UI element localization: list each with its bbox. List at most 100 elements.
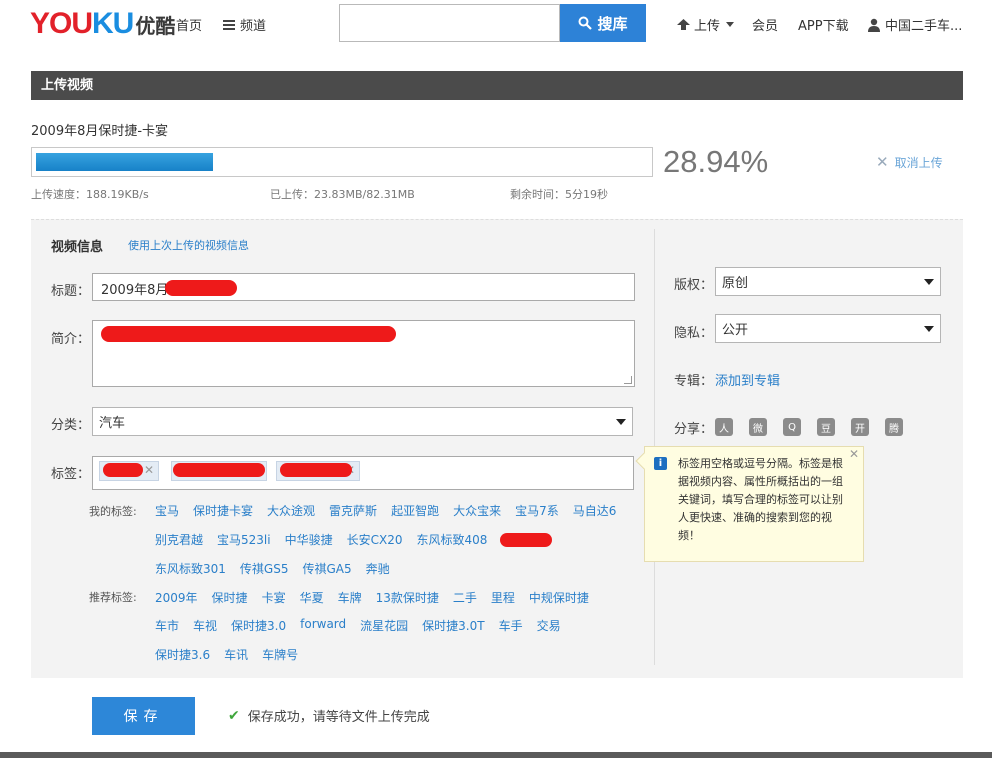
tag-link[interactable]: 车牌号 — [262, 646, 298, 663]
share-qzone-icon[interactable]: Q — [783, 418, 801, 436]
save-status: ✔ 保存成功，请等待文件上传完成 — [228, 706, 430, 726]
tag-link[interactable]: 雷克萨斯 — [329, 502, 377, 519]
tag-link[interactable]: 马自达6 — [573, 502, 617, 519]
tag-link[interactable]: 中华骏捷 — [285, 531, 333, 548]
cancel-upload-button[interactable]: ✕ 取消上传 — [876, 153, 943, 171]
nav-channel-link[interactable]: 频道 — [223, 15, 266, 34]
tag-link[interactable]: 中规保时捷 — [529, 589, 589, 606]
tag-link[interactable]: 交易 — [537, 617, 561, 634]
share-tencent-icon[interactable]: 腾 — [885, 418, 903, 436]
tag-link[interactable]: 里程 — [491, 589, 515, 606]
tag-link[interactable]: 大众宝来 — [453, 502, 501, 519]
tag-link[interactable]: 大众途观 — [267, 502, 315, 519]
info-icon: i — [654, 457, 667, 470]
share-douban-icon[interactable]: 豆 — [817, 418, 835, 436]
album-label: 专辑： — [674, 374, 714, 389]
title-label: 标题： — [51, 284, 91, 299]
my-tags-row-3: 东风标致301 传祺GS5 传祺GA5 奔驰 — [155, 560, 390, 577]
section-title-bar: 上传视频 — [31, 71, 963, 100]
tag-link[interactable]: 传祺GS5 — [240, 560, 289, 577]
tag-link[interactable]: 传祺GA5 — [302, 560, 351, 577]
tag-link[interactable]: 别克君越 — [155, 531, 203, 548]
tag-link[interactable]: 车牌 — [338, 589, 362, 606]
tag-link[interactable]: 东风标致408 — [416, 531, 487, 548]
tag-link[interactable]: 车市 — [155, 617, 179, 634]
redaction-mark — [500, 533, 552, 547]
video-info-title: 视频信息 — [51, 240, 104, 255]
share-weibo-icon[interactable]: 微 — [749, 418, 767, 436]
upload-progress-bar — [31, 147, 653, 177]
tag-link[interactable]: 车视 — [193, 617, 217, 634]
my-tags-label: 我的标签: — [89, 505, 137, 518]
logo-text-cn: 优酷 — [135, 14, 176, 38]
tags-label: 标签： — [51, 467, 91, 482]
share-kaixin-icon[interactable]: 开 — [851, 418, 869, 436]
nav-upload-label: 上传 — [694, 19, 721, 34]
tag-link[interactable]: 保时捷3.0T — [422, 617, 484, 634]
tag-link[interactable]: 保时捷 — [212, 589, 248, 606]
use-last-info-link[interactable]: 使用上次上传的视频信息 — [128, 237, 249, 253]
tag-link[interactable]: 卡宴 — [262, 589, 286, 606]
upload-speed: 上传速度：188.19KB/s — [31, 188, 149, 201]
search-input[interactable] — [339, 4, 560, 42]
nav-home-link[interactable]: 首页 — [176, 15, 202, 34]
close-icon[interactable]: ✕ — [144, 463, 154, 477]
recommended-tags-row-1: 2009年 保时捷 卡宴 华夏 车牌 13款保时捷 二手 里程 中规保时捷 — [155, 589, 589, 606]
user-icon — [868, 18, 880, 32]
tag-link[interactable]: 车手 — [499, 617, 523, 634]
tooltip-text: 标签用空格或逗号分隔。标签是根据视频内容、属性所概括出的一组关键词，填写合理的标… — [678, 457, 843, 542]
nav-user-label: 中国二手车... — [885, 19, 963, 34]
my-tags-row-2: 别克君越 宝马523li 中华骏捷 长安CX20 东风标致408 中 — [155, 531, 513, 548]
tag-link[interactable]: forward — [300, 617, 346, 634]
save-status-text: 保存成功，请等待文件上传完成 — [247, 710, 430, 725]
tag-link[interactable]: 二手 — [453, 589, 477, 606]
recommended-tags-label: 推荐标签: — [89, 591, 137, 604]
title-input-value: 2009年8月 — [101, 283, 169, 298]
upload-percent: 28.94% — [663, 144, 769, 179]
tag-link[interactable]: 2009年 — [155, 589, 198, 606]
tag-link[interactable]: 保时捷卡宴 — [193, 502, 253, 519]
tag-link[interactable]: 华夏 — [300, 589, 324, 606]
share-renren-icon[interactable]: 人 — [715, 418, 733, 436]
youku-logo[interactable]: YOU KU 优酷 — [30, 8, 175, 40]
search-button-label: 搜库 — [597, 14, 628, 33]
nav-user-menu[interactable]: 中国二手车... — [867, 15, 962, 34]
tag-link[interactable]: 东风标致301 — [155, 560, 226, 577]
caret-down-icon — [726, 22, 735, 27]
redaction-mark — [173, 463, 265, 477]
tag-link[interactable]: 宝马523li — [217, 531, 271, 548]
tag-link[interactable]: 长安CX20 — [347, 531, 403, 548]
tag-link[interactable]: 13款保时捷 — [376, 589, 439, 606]
nav-app-download-link[interactable]: APP下载 — [798, 15, 849, 34]
tag-link[interactable]: 宝马7系 — [515, 502, 559, 519]
nav-member-link[interactable]: 会员 — [752, 15, 778, 34]
category-select[interactable]: 汽车 — [92, 407, 633, 436]
check-icon: ✔ — [228, 707, 240, 724]
privacy-select[interactable]: 公开 — [715, 314, 941, 343]
category-select-value: 汽车 — [99, 416, 126, 431]
save-button[interactable]: 保存 — [92, 697, 195, 735]
redaction-mark — [103, 463, 143, 477]
privacy-select-value: 公开 — [722, 323, 749, 338]
top-nav: YOU KU 优酷 首页 频道 搜库 上传 会员 APP下载 中国二手车... — [0, 0, 992, 48]
close-icon[interactable]: ✕ — [849, 447, 859, 461]
tag-link[interactable]: 奔驰 — [366, 560, 390, 577]
resize-handle[interactable] — [624, 376, 632, 384]
cancel-upload-label: 取消上传 — [894, 155, 943, 170]
tag-link[interactable]: 车讯 — [224, 646, 248, 663]
logo-text-you: YOU — [30, 7, 93, 40]
caret-down-icon — [924, 325, 934, 332]
upload-filename: 2009年8月保时捷-卡宴 — [31, 124, 169, 139]
copyright-select[interactable]: 原创 — [715, 267, 941, 296]
tag-link[interactable]: 起亚智跑 — [391, 502, 439, 519]
tag-link[interactable]: 保时捷3.6 — [155, 646, 210, 663]
bottom-border — [0, 752, 992, 758]
nav-upload-menu[interactable]: 上传 — [676, 15, 735, 34]
search-button[interactable]: 搜库 — [560, 4, 646, 42]
privacy-label: 隐私： — [674, 326, 714, 341]
add-to-album-link[interactable]: 添加到专辑 — [715, 370, 780, 389]
tag-link[interactable]: 流星花园 — [360, 617, 408, 634]
recommended-tags-row-3: 保时捷3.6 车讯 车牌号 — [155, 646, 298, 663]
tag-link[interactable]: 保时捷3.0 — [231, 617, 286, 634]
tag-link[interactable]: 宝马 — [155, 502, 179, 519]
